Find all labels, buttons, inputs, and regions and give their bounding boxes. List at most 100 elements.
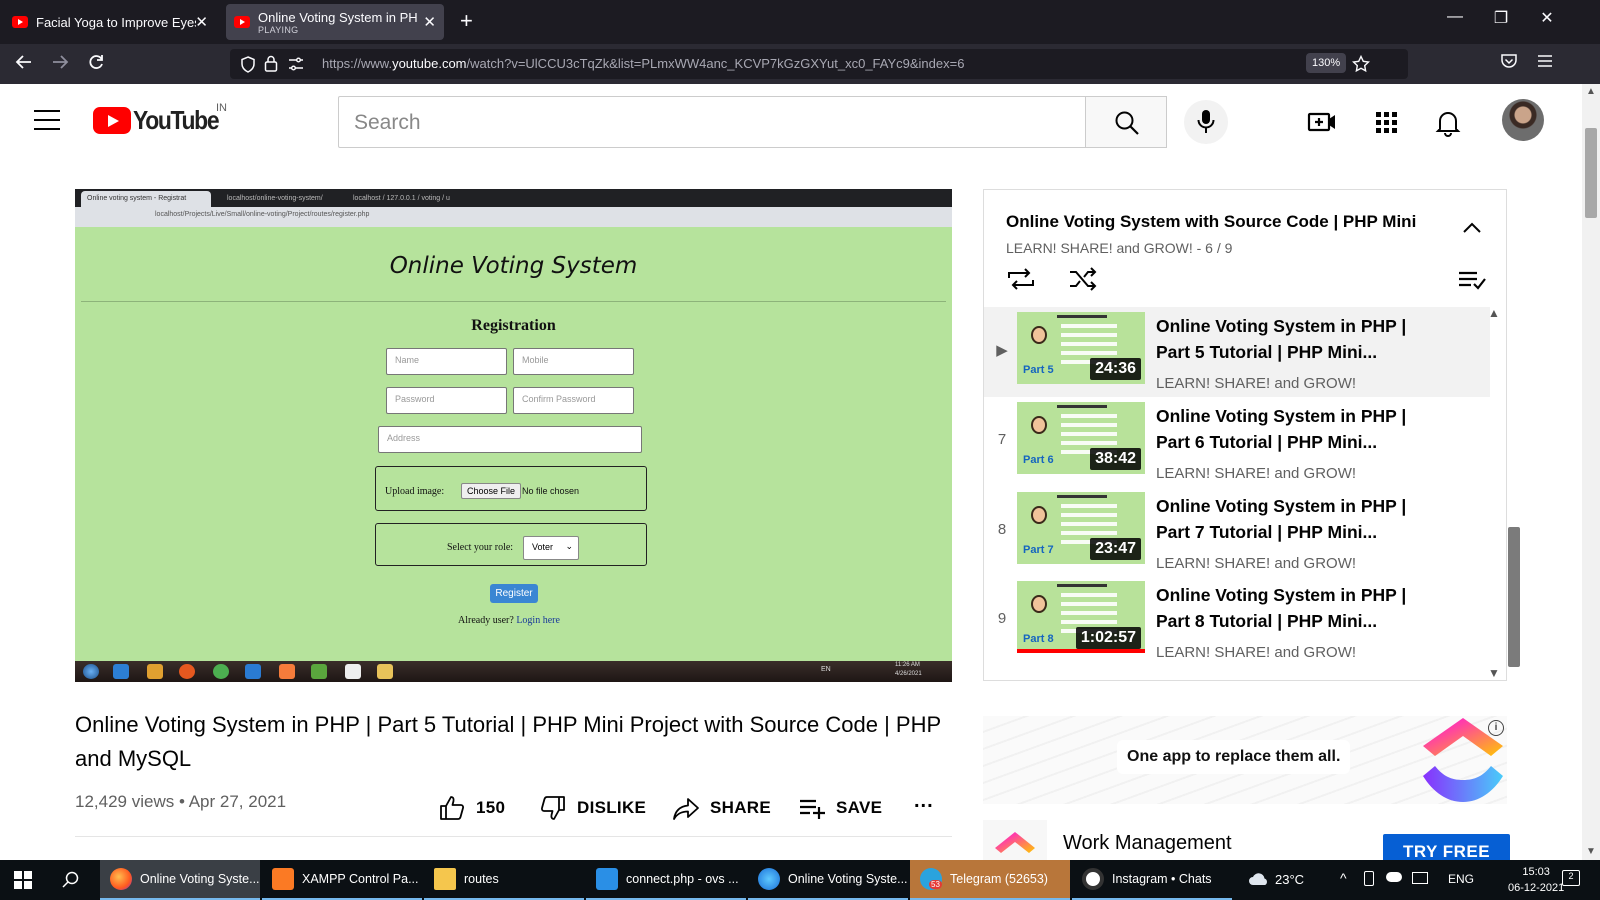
collapse-playlist-icon[interactable] [1462,220,1482,239]
playlist-scrollbar[interactable] [1508,527,1520,667]
notifications-bell-icon[interactable] [1432,106,1464,138]
taskbar-item-instagram[interactable]: Instagram • Chats [1072,860,1232,900]
lock-icon[interactable] [264,55,278,77]
video-register-button: Register [490,584,538,603]
taskbar-item-explorer[interactable]: routes [424,860,584,900]
playlist-item[interactable]: 9 Part 8 1:02:57 Online Voting System in PH… [984,576,1490,666]
taskbar-item-firefox[interactable]: Online Voting Syste... [100,860,260,900]
minimize-icon[interactable]: — [1432,8,1478,26]
playlist-item-thumbnail[interactable]: Part 8 1:02:57 [1017,581,1145,653]
forward-icon[interactable] [50,52,70,77]
youtube-play-logo-icon [93,106,131,134]
shuffle-icon[interactable] [1068,266,1098,297]
playlist-channel[interactable]: LEARN! SHARE! and GROW! [1006,240,1193,256]
browser-tab-facial-yoga[interactable]: Facial Yoga to Improve Eyesight ✕ [6,4,216,40]
playlist-item-channel: LEARN! SHARE! and GROW! [1156,465,1357,482]
playlist-item-title: Online Voting System in PHP | Part 7 Tuto… [1156,493,1456,545]
search-button[interactable] [1085,96,1167,148]
youtube-logo[interactable]: YouTube [93,104,230,135]
video-player[interactable]: Online voting system - Registrat localho… [75,189,952,682]
url-prefix: https://www. [322,56,393,71]
thumbnail-face [1031,416,1047,434]
close-tab-icon[interactable]: ✕ [423,13,436,31]
share-icon [673,798,699,820]
input-language[interactable]: ENG [1448,872,1474,886]
taskbar-item-firefox-dev[interactable]: Online Voting Syste... [748,860,908,900]
close-tab-icon[interactable]: ✕ [195,13,208,31]
upload-date: Apr 27, 2021 [188,792,287,811]
playlist-item-thumbnail[interactable]: Part 5 24:36 [1017,312,1145,384]
hamburger-menu-icon[interactable] [34,110,60,137]
shield-icon[interactable] [240,56,256,78]
new-tab-icon[interactable]: + [460,8,473,34]
playlist-item[interactable]: 7 Part 6 38:42 Online Voting System in PHP … [984,397,1490,487]
ad-footer[interactable]: Work Management TRY FREE [983,820,1510,864]
playlist-item[interactable]: ▶ Part 5 24:36 Online Voting System in PHP … [984,307,1490,397]
close-window-icon[interactable]: ✕ [1524,8,1570,28]
scroll-down-icon[interactable]: ▼ [1586,846,1596,857]
page-scrollbar[interactable]: ▲ ▼ [1582,84,1600,860]
scroll-up-icon[interactable]: ▲ [1586,86,1596,97]
weather-temp[interactable]: 23°C [1275,872,1304,887]
tray-chevron-up-icon[interactable]: ^ [1340,870,1347,886]
playlist-menu-icon[interactable] [1458,270,1486,295]
playlist-item-thumbnail[interactable]: Part 7 23:47 [1017,492,1145,564]
notifications-icon[interactable]: 2 [1562,870,1580,886]
onedrive-icon[interactable] [1386,872,1402,882]
video-app-icon [345,664,361,679]
video-duration: 24:36 [1090,358,1141,380]
permissions-icon[interactable] [288,57,304,76]
zoom-level[interactable]: 130% [1306,53,1347,73]
playlist-title[interactable]: Online Voting System with Source Code | … [1006,212,1416,232]
taskbar-item-xampp[interactable]: XAMPP Control Pa... [262,860,422,900]
playlist-item-title: Online Voting System in PHP | Part 6 Tuto… [1156,403,1456,455]
battery-icon[interactable] [1364,871,1374,886]
page-scrollbar-thumb[interactable] [1585,128,1597,218]
playlist-item-thumbnail[interactable]: Part 6 38:42 [1017,402,1145,474]
pocket-icon[interactable] [1500,52,1518,75]
save-button[interactable]: SAVE [798,794,882,822]
video-upload-label: Upload image: [385,486,445,497]
playlist-item[interactable]: 8 Part 7 23:47 Online Voting System in PHP … [984,487,1490,577]
browser-tab-voting-system[interactable]: Online Voting System in PHP | P PLAYING … [226,4,444,40]
vscode-icon [596,868,618,890]
network-icon[interactable] [1412,872,1428,884]
notification-count: 2 [1568,871,1574,881]
taskbar-item-label: XAMPP Control Pa... [302,872,419,886]
avatar[interactable] [1502,99,1544,141]
video-choose-file: Choose File [461,483,522,499]
url-text[interactable]: https://www.youtube.com/watch?v=UlCCU3cT… [322,56,964,71]
video-title: Online Voting System in PHP | Part 5 Tut… [75,712,941,771]
more-actions-button[interactable]: ... [914,790,934,813]
menu-icon[interactable] [1536,52,1554,75]
save-label: SAVE [836,798,883,817]
taskbar-item-telegram[interactable]: 53 Telegram (52653) [910,860,1070,900]
scroll-down-icon[interactable]: ▼ [1488,666,1500,680]
folder-icon [434,868,456,890]
clock[interactable]: 15:03 06-12-2021 [1508,864,1564,896]
like-button[interactable]: 150 [438,794,505,822]
voice-search-button[interactable] [1184,100,1228,144]
weather-icon[interactable] [1248,870,1270,893]
reload-icon[interactable] [86,52,106,77]
windows-start-icon[interactable] [14,871,32,894]
search-icon[interactable] [62,871,80,894]
bookmark-star-icon[interactable] [1351,54,1371,78]
scroll-up-icon[interactable]: ▲ [1488,306,1500,320]
playlist-item-title-line: Part 8 Tutorial | PHP Mini... [1156,611,1378,631]
ad-banner[interactable]: One app to replace them all. i [983,716,1507,804]
restore-icon[interactable]: ❐ [1478,8,1524,28]
search-input[interactable]: Search [338,96,1086,148]
share-button[interactable]: SHARE [672,794,771,822]
address-bar[interactable]: https://www.youtube.com/watch?v=UlCCU3cT… [230,49,1408,79]
taskbar-item-vscode[interactable]: connect.php - ovs ... [586,860,746,900]
back-icon[interactable] [14,52,34,77]
dislike-button[interactable]: DISLIKE [539,794,646,822]
apps-grid-icon[interactable] [1370,106,1402,138]
ad-info-icon[interactable]: i [1488,720,1504,736]
loop-icon[interactable] [1006,266,1036,297]
video-tab: localhost/online-voting-system/ [227,195,323,202]
youtube-wordmark: YouTube [133,104,220,135]
thumbnail-face [1031,595,1047,613]
create-video-icon[interactable] [1306,106,1338,138]
